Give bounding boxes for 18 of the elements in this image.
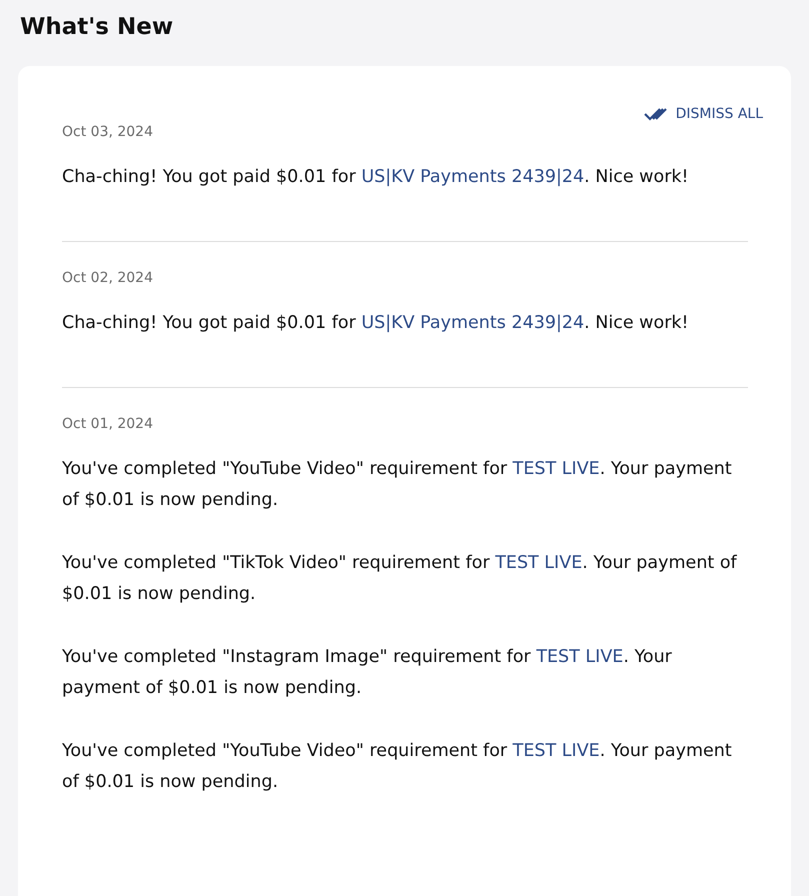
notification-message: You've completed "YouTube Video" requirement for TEST LIVE. Your payment of $0.01 is now pending. [62,458,733,512]
double-check-icon [644,107,668,121]
campaign-link[interactable]: TEST LIVE [536,647,624,667]
notification-message: You've completed "YouTube Video" requirement for TEST LIVE. Your payment of $0.01 is now pending. [62,740,733,794]
notification-message: Cha-ching! You got paid $0.01 for US|KV Payments 2439|24. Nice work! [62,312,690,335]
notification-date: Oct 02, 2024 [62,270,154,286]
campaign-link[interactable]: US|KV Payments 2439|24 [361,167,584,187]
notification-message: You've completed "Instagram Image" requirement for TEST LIVE. Your payment of $0.01 is now pending. [62,646,673,700]
page-title: What's New [20,14,174,40]
campaign-link[interactable]: US|KV Payments 2439|24 [361,313,584,333]
notification-message: You've completed "TikTok Video" requirement for TEST LIVE. Your payment of $0.01 is now pending. [62,552,738,606]
notification-date: Oct 03, 2024 [62,124,154,140]
campaign-link[interactable]: TEST LIVE [512,459,600,479]
campaign-link[interactable]: TEST LIVE [495,553,582,573]
dismiss-all-button[interactable]: DISMISS ALL [644,104,763,124]
notification-date: Oct 01, 2024 [62,416,154,432]
campaign-link[interactable]: TEST LIVE [512,741,600,761]
notification-message: Cha-ching! You got paid $0.01 for US|KV Payments 2439|24. Nice work! [62,166,690,189]
